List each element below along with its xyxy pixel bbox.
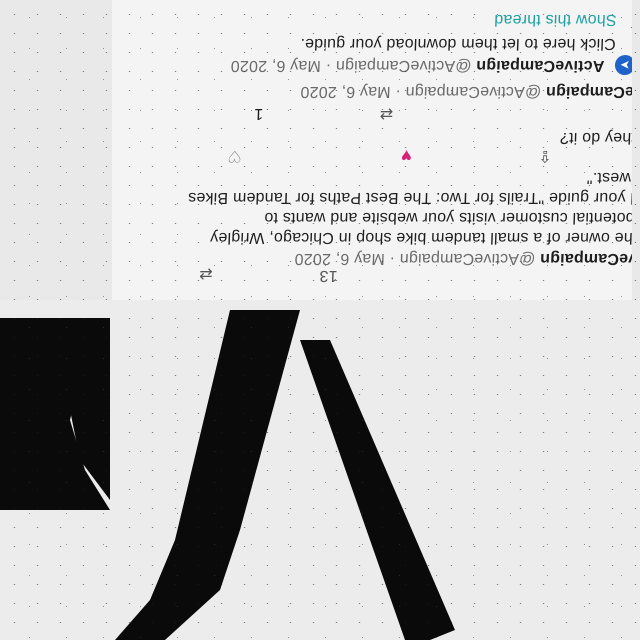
zoomed-letter-fragment: [0, 300, 640, 640]
tweet-top-header: ➤ ActiveCampaign @ActiveCampaign · May 6…: [112, 55, 632, 75]
show-thread-link[interactable]: Show this thread: [112, 10, 617, 28]
retweet-count: 13: [319, 267, 338, 284]
tweet-main-line3: nload your guide "Trails for Two: The Be…: [187, 189, 632, 206]
tweet-date[interactable]: · May 6, 2020: [230, 57, 331, 74]
retweet-icon-mid[interactable]: ⇄: [380, 104, 394, 124]
avatar[interactable]: ➤: [614, 55, 632, 75]
share-icon[interactable]: ⇪: [538, 146, 552, 166]
author-name[interactable]: ActiveCampaign: [540, 250, 632, 267]
tweet-date[interactable]: · May 6, 2020: [294, 250, 395, 267]
tweet-date[interactable]: · May 6, 2020: [300, 83, 401, 100]
author-handle[interactable]: @ActiveCampaign: [399, 250, 535, 267]
tweet-main-line4: e Midwest.": [586, 169, 632, 186]
like-icon[interactable]: ♡: [227, 146, 242, 166]
heart-icon[interactable]: ♥: [401, 145, 413, 166]
author-name[interactable]: ActiveCampaign: [546, 83, 632, 100]
retweet-icon[interactable]: ⇄: [199, 264, 213, 284]
author-handle[interactable]: @ActiveCampaign: [405, 83, 541, 100]
reply-count: 1: [253, 105, 264, 122]
tweet-mid-text: n do they do it?: [559, 129, 632, 146]
share-icon-top[interactable]: ⇪: [628, 14, 632, 34]
tweet-main-line2: ls. A potential customer visits your web…: [263, 209, 632, 226]
tweet-main-line1: u're the owner of a small tandem bike sh…: [209, 229, 632, 246]
tweet-thread-screenshot: ⇄ 13 ActiveCampaign @ActiveCampaign · Ma…: [112, 0, 632, 300]
tweet-top-text: Click here to let them download your gui…: [299, 35, 617, 52]
letter-shape: [0, 300, 455, 640]
author-name[interactable]: ActiveCampaign: [476, 57, 605, 74]
tweet-main-header: ActiveCampaign @ActiveCampaign · May 6, …: [112, 249, 632, 267]
author-handle[interactable]: @ActiveCampaign: [335, 57, 471, 74]
tweet-mid-header: ActiveCampaign @ActiveCampaign · May 6, …: [114, 82, 632, 100]
